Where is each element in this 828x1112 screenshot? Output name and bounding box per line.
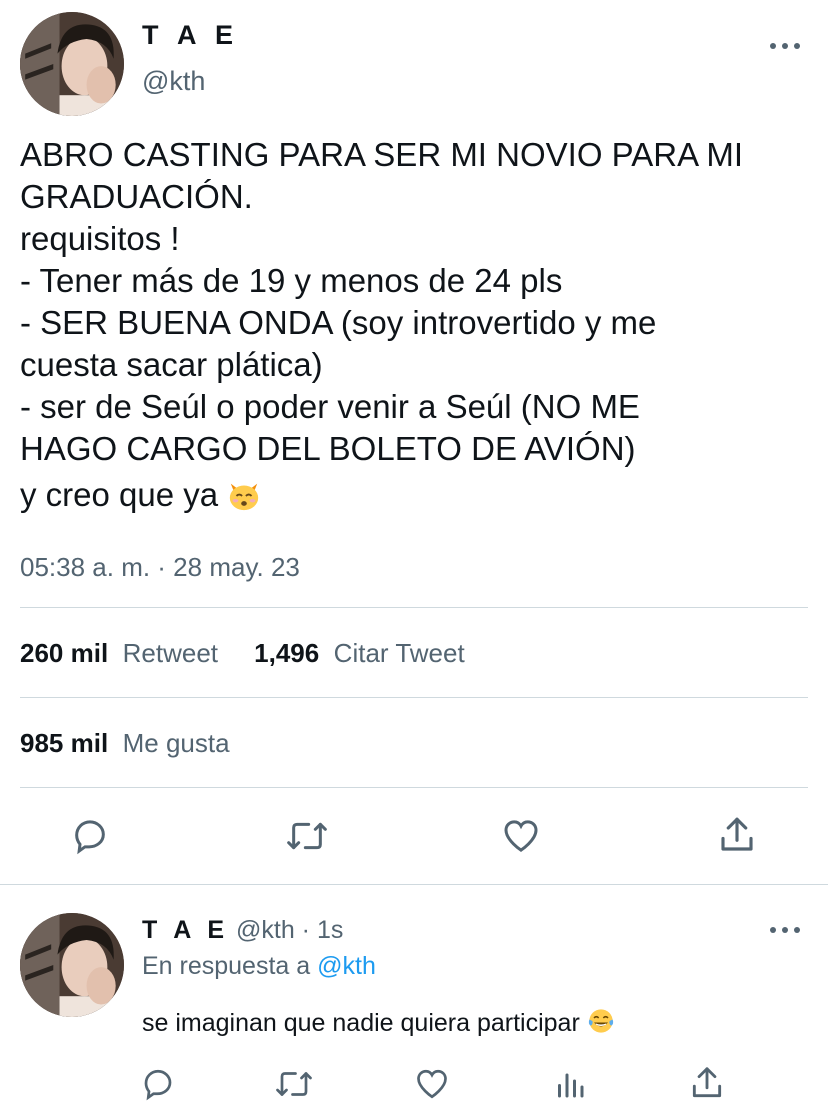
in-reply-to: En respuesta a @kth: [142, 952, 376, 980]
divider: [20, 787, 808, 788]
tears-of-joy-emoji: [588, 1009, 613, 1033]
reply-handle-time: @kth · 1s: [236, 916, 344, 944]
retweets-stat[interactable]: 260 mil Retweet: [20, 638, 218, 668]
kissing-cat-emoji: [230, 483, 259, 511]
reply-text: se imaginan que nadie quiera participar: [142, 1007, 615, 1038]
display-name[interactable]: T A E: [142, 20, 239, 51]
divider: [20, 697, 808, 698]
main-tweet: T A E @kth ABRO CASTING PARA SER MI NOVI…: [0, 0, 828, 884]
share-icon[interactable]: [716, 814, 758, 856]
likes-stat[interactable]: 985 mil Me gusta: [20, 728, 230, 759]
retweet-icon[interactable]: [285, 816, 329, 856]
analytics-icon[interactable]: [552, 1066, 588, 1102]
tweet-body: ABRO CASTING PARA SER MI NOVIO PARA MI G…: [20, 136, 744, 467]
tweet-last-line: y creo que ya: [20, 476, 219, 513]
reply-display-name[interactable]: T A E: [142, 916, 229, 944]
divider: [20, 607, 808, 608]
avatar[interactable]: [20, 12, 124, 116]
tweet-timestamp[interactable]: 05:38 a. m. · 28 may. 23: [20, 552, 300, 583]
reply-header[interactable]: T A E @kth · 1s: [142, 916, 343, 945]
heart-icon[interactable]: [500, 816, 542, 856]
heart-icon[interactable]: [413, 1066, 451, 1102]
tweet-text: ABRO CASTING PARA SER MI NOVIO PARA MI G…: [20, 134, 810, 516]
reply-icon[interactable]: [140, 1066, 176, 1102]
share-icon[interactable]: [688, 1064, 726, 1102]
divider: [0, 884, 828, 885]
reply-icon[interactable]: [70, 816, 110, 856]
in-reply-to-handle-link[interactable]: @kth: [317, 952, 376, 980]
reply-avatar[interactable]: [20, 913, 124, 1017]
reply-more-icon[interactable]: [770, 920, 800, 940]
quote-tweets-stat[interactable]: 1,496 Citar Tweet: [254, 638, 465, 668]
user-handle[interactable]: @kth: [142, 66, 205, 97]
engagement-stats: 260 mil Retweet 1,496 Citar Tweet: [20, 638, 465, 669]
retweet-icon[interactable]: [274, 1066, 314, 1102]
more-icon[interactable]: [770, 36, 800, 56]
